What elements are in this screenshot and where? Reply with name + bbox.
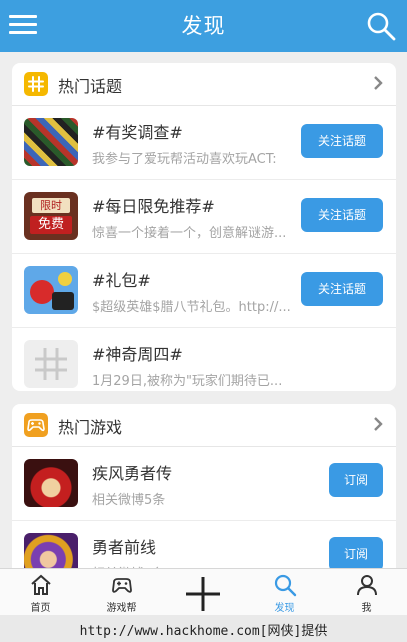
topic-row[interactable]: #有奖调查# 我参与了爱玩帮活动喜欢玩ACT: 关注话题	[12, 106, 396, 180]
search-icon	[273, 573, 297, 597]
subscribe-button[interactable]: 订阅	[329, 537, 383, 571]
topic-thumbnail	[24, 118, 78, 166]
hashtag-icon	[24, 72, 48, 96]
tab-game-group[interactable]: 游戏帮	[81, 569, 162, 616]
tab-label: 我	[361, 603, 372, 614]
topic-subtitle: 我参与了爱玩帮活动喜欢玩ACT:	[92, 152, 277, 167]
thumb-label-bottom: 免费	[30, 216, 72, 234]
watermark-footer: http://www.hackhome.com[网侠]提供	[0, 615, 407, 642]
top-bar: 发现	[0, 0, 407, 52]
tab-label: 游戏帮	[106, 603, 137, 614]
user-icon	[355, 573, 379, 597]
topic-subtitle: 1月29日,被称为"玩家们期待已...	[92, 374, 283, 389]
home-icon	[29, 573, 53, 597]
search-icon[interactable]	[365, 10, 397, 42]
game-row[interactable]: 疾风勇者传 相关微博5条 订阅	[12, 447, 396, 521]
topic-thumbnail: 限时 免费	[24, 192, 78, 240]
plus-icon	[184, 575, 222, 613]
topic-subtitle: 惊喜一个接着一个，创意解谜游...	[92, 226, 287, 241]
follow-topic-button[interactable]: 关注话题	[301, 198, 383, 232]
topic-thumbnail	[24, 340, 78, 388]
hot-topics-card: 热门话题 #有奖调查# 我参与了爱玩帮活动喜欢玩ACT: 关注话题 限时 免费 …	[12, 63, 396, 391]
tab-me[interactable]: 我	[326, 569, 407, 616]
game-thumbnail	[24, 459, 78, 507]
topic-title: #礼包#	[92, 271, 151, 290]
chevron-right-icon[interactable]	[370, 416, 386, 432]
topic-row[interactable]: 限时 免费 #每日限免推荐# 惊喜一个接着一个，创意解谜游... 关注话题	[12, 180, 396, 254]
subscribe-button[interactable]: 订阅	[329, 463, 383, 497]
thumb-label-top: 限时	[32, 198, 70, 213]
tab-label: 首页	[30, 603, 51, 614]
section-title: 热门话题	[58, 77, 123, 96]
follow-topic-button[interactable]: 关注话题	[301, 124, 383, 158]
game-subtitle: 相关微博5条	[92, 493, 166, 508]
game-title: 勇者前线	[92, 538, 157, 557]
game-title: 疾风勇者传	[92, 464, 173, 483]
chevron-right-icon[interactable]	[370, 75, 386, 91]
topic-thumbnail	[24, 266, 78, 314]
section-title: 热门游戏	[58, 418, 123, 437]
gamepad-icon	[24, 413, 48, 437]
page-title: 发现	[181, 14, 226, 38]
topic-title: #每日限免推荐#	[92, 197, 215, 216]
tab-discover[interactable]: 发现	[244, 569, 325, 616]
topic-subtitle: $超级英雄$腊八节礼包。http://...	[92, 300, 291, 315]
tab-home[interactable]: 首页	[0, 569, 81, 616]
follow-topic-button[interactable]: 关注话题	[301, 272, 383, 306]
bottom-tab-bar: 首页 游戏帮 发现 我	[0, 568, 407, 616]
topic-title: #有奖调查#	[92, 123, 183, 142]
topic-row[interactable]: #神奇周四# 1月29日,被称为"玩家们期待已...	[12, 328, 396, 391]
tab-compose[interactable]	[163, 569, 244, 616]
topic-title: #神奇周四#	[92, 345, 183, 364]
watermark-text: http://www.hackhome.com[网侠]提供	[79, 624, 328, 639]
topic-row[interactable]: #礼包# $超级英雄$腊八节礼包。http://... 关注话题	[12, 254, 396, 328]
hot-games-header[interactable]: 热门游戏	[12, 404, 396, 447]
gamepad-icon	[110, 573, 134, 597]
tab-label: 发现	[274, 603, 295, 614]
hot-topics-header[interactable]: 热门话题	[12, 63, 396, 106]
